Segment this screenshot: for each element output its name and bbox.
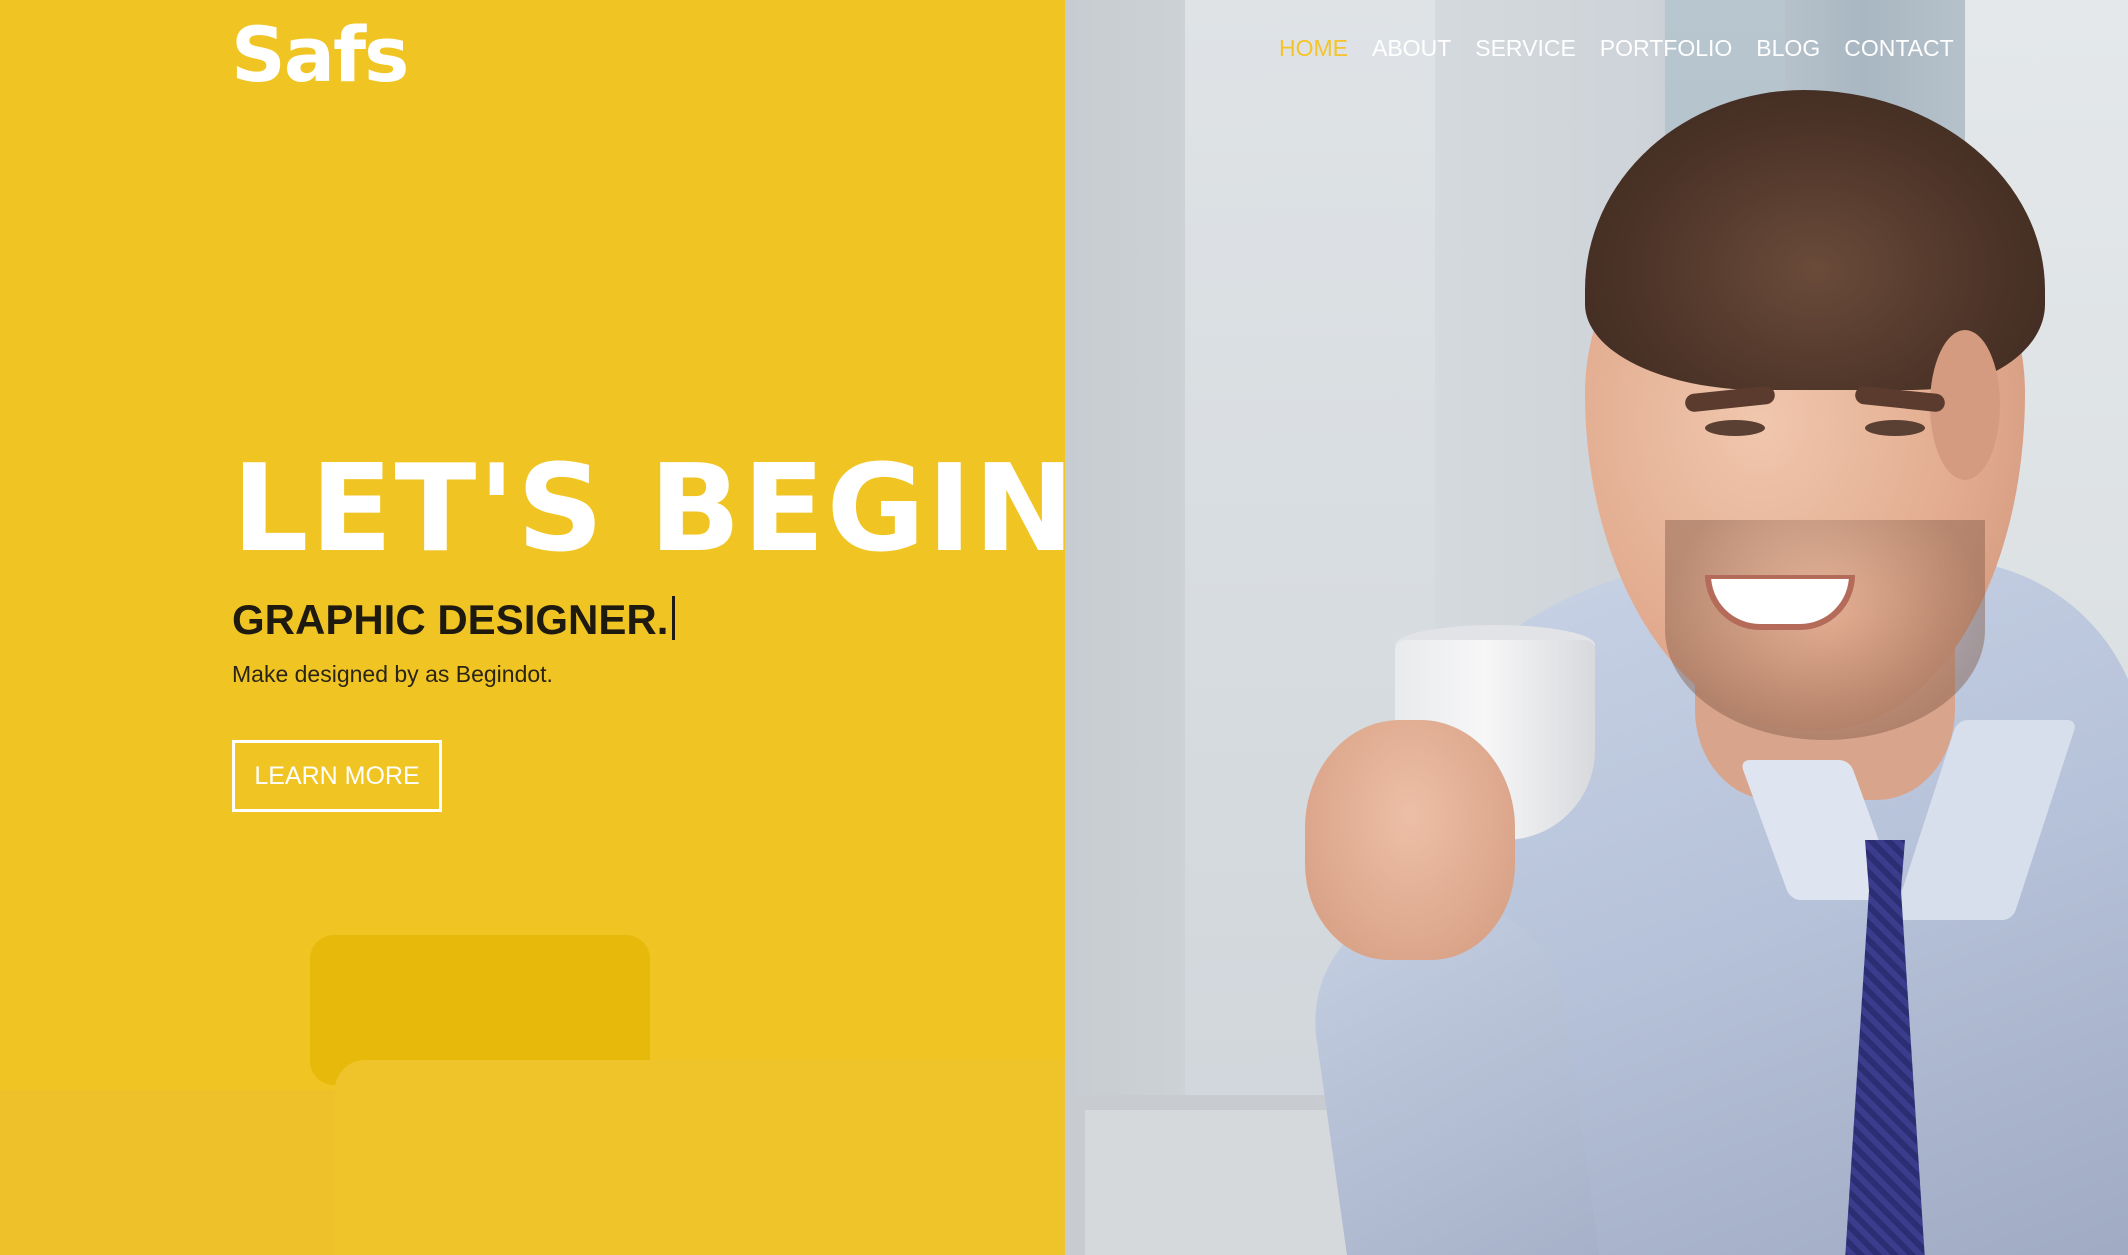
nav-item-portfolio[interactable]: PORTFOLIO	[1600, 35, 1733, 62]
hero-subtitle-text: GRAPHIC DESIGNER.	[232, 596, 669, 643]
man-eye	[1705, 420, 1765, 436]
nav-item-blog[interactable]: BLOG	[1756, 35, 1820, 62]
hero-description: Make designed by as Begindot.	[232, 661, 553, 687]
nav-item-service[interactable]: SERVICE	[1475, 35, 1576, 62]
man-eye	[1865, 420, 1925, 436]
hero-title: LET'S BEGIN	[232, 440, 1077, 579]
background-shape	[335, 1060, 1065, 1255]
hero-photo	[1065, 0, 2128, 1255]
site-logo[interactable]: Safs	[231, 10, 409, 99]
hero-subtitle: GRAPHIC DESIGNER.	[232, 596, 676, 644]
typing-cursor	[672, 596, 676, 640]
learn-more-button[interactable]: LEARN MORE	[232, 740, 442, 812]
man-hand	[1305, 720, 1515, 960]
nav-item-about[interactable]: ABOUT	[1372, 35, 1451, 62]
main-nav: HOME ABOUT SERVICE PORTFOLIO BLOG CONTAC…	[1279, 35, 1978, 62]
background-shape	[0, 1090, 340, 1255]
nav-item-contact[interactable]: CONTACT	[1844, 35, 1953, 62]
man-beard	[1665, 520, 1985, 740]
nav-item-home[interactable]: HOME	[1279, 35, 1348, 62]
